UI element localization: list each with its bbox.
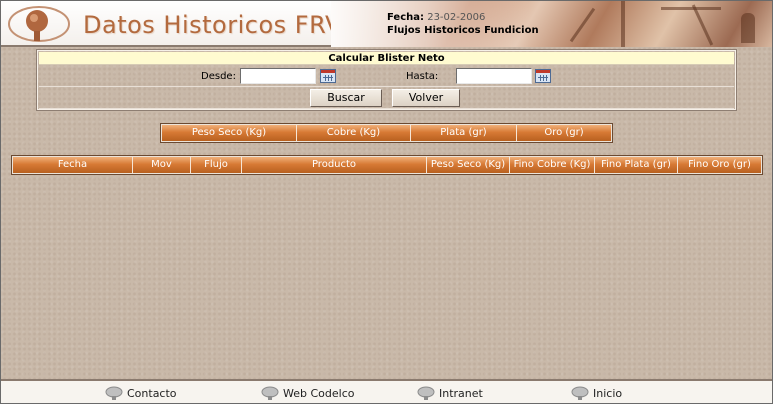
codelco-logo-icon (8, 6, 70, 42)
footer-link-label: Web Codelco (283, 386, 355, 400)
hasta-calendar-icon[interactable] (535, 69, 551, 83)
footer-link-label: Inicio (593, 386, 623, 400)
date-range-row: Desde: Hasta: (39, 66, 734, 87)
footer-link-intranet[interactable]: Intranet (417, 386, 483, 400)
header-subtitle: Flujos Historicos Fundicion (387, 25, 539, 36)
globe-icon (417, 386, 435, 400)
header-info: Fecha: 23-02-2006 Flujos Historicos Fund… (387, 11, 539, 37)
detail-table-header: Fecha Mov Flujo Producto Peso Seco (Kg) … (11, 155, 763, 175)
detail-col-fino-cobre: Fino Cobre (Kg) (510, 157, 595, 173)
footer-link-label: Intranet (439, 386, 483, 400)
footer-link-inicio[interactable]: Inicio (571, 386, 622, 400)
summary-col-oro: Oro (gr) (517, 125, 611, 141)
desde-label: Desde: (201, 71, 236, 82)
summary-table-header: Peso Seco (Kg) Cobre (Kg) Plata (gr) Oro… (160, 123, 613, 143)
globe-icon (571, 386, 589, 400)
detail-col-producto: Producto (242, 157, 427, 173)
action-row: Buscar Volver (39, 88, 734, 109)
desde-input[interactable] (240, 68, 316, 84)
globe-icon (105, 386, 123, 400)
footer-link-web-codelco[interactable]: Web Codelco (261, 386, 354, 400)
detail-col-flujo: Flujo (191, 157, 242, 173)
detail-col-fino-plata: Fino Plata (gr) (595, 157, 678, 173)
buscar-button[interactable]: Buscar (310, 89, 382, 107)
detail-col-fecha: Fecha (13, 157, 133, 173)
search-form-panel: Calcular Blister Neto Desde: Hasta: Busc… (36, 49, 737, 111)
summary-col-peso-seco: Peso Seco (Kg) (162, 125, 297, 141)
hasta-label: Hasta: (406, 71, 439, 82)
form-title: Calcular Blister Neto (39, 52, 734, 65)
footer-nav: Contacto Web Codelco Intranet Inicio (1, 379, 772, 403)
footer-link-label: Contacto (127, 386, 177, 400)
fecha-label: Fecha: (387, 12, 425, 23)
header: Datos Historicos FRV Fecha: 23-02-2006 F… (1, 1, 772, 47)
summary-col-plata: Plata (gr) (411, 125, 517, 141)
detail-col-peso-seco: Peso Seco (Kg) (427, 157, 510, 173)
app-title: Datos Historicos FRV (83, 11, 342, 39)
desde-calendar-icon[interactable] (320, 69, 336, 83)
footer-link-contacto[interactable]: Contacto (105, 386, 177, 400)
detail-col-mov: Mov (133, 157, 191, 173)
fecha-value: 23-02-2006 (427, 12, 486, 23)
volver-button[interactable]: Volver (392, 89, 460, 107)
hasta-input[interactable] (456, 68, 532, 84)
detail-col-fino-oro: Fino Oro (gr) (678, 157, 761, 173)
globe-icon (261, 386, 279, 400)
summary-col-cobre: Cobre (Kg) (297, 125, 411, 141)
app-window: Datos Historicos FRV Fecha: 23-02-2006 F… (0, 0, 773, 404)
